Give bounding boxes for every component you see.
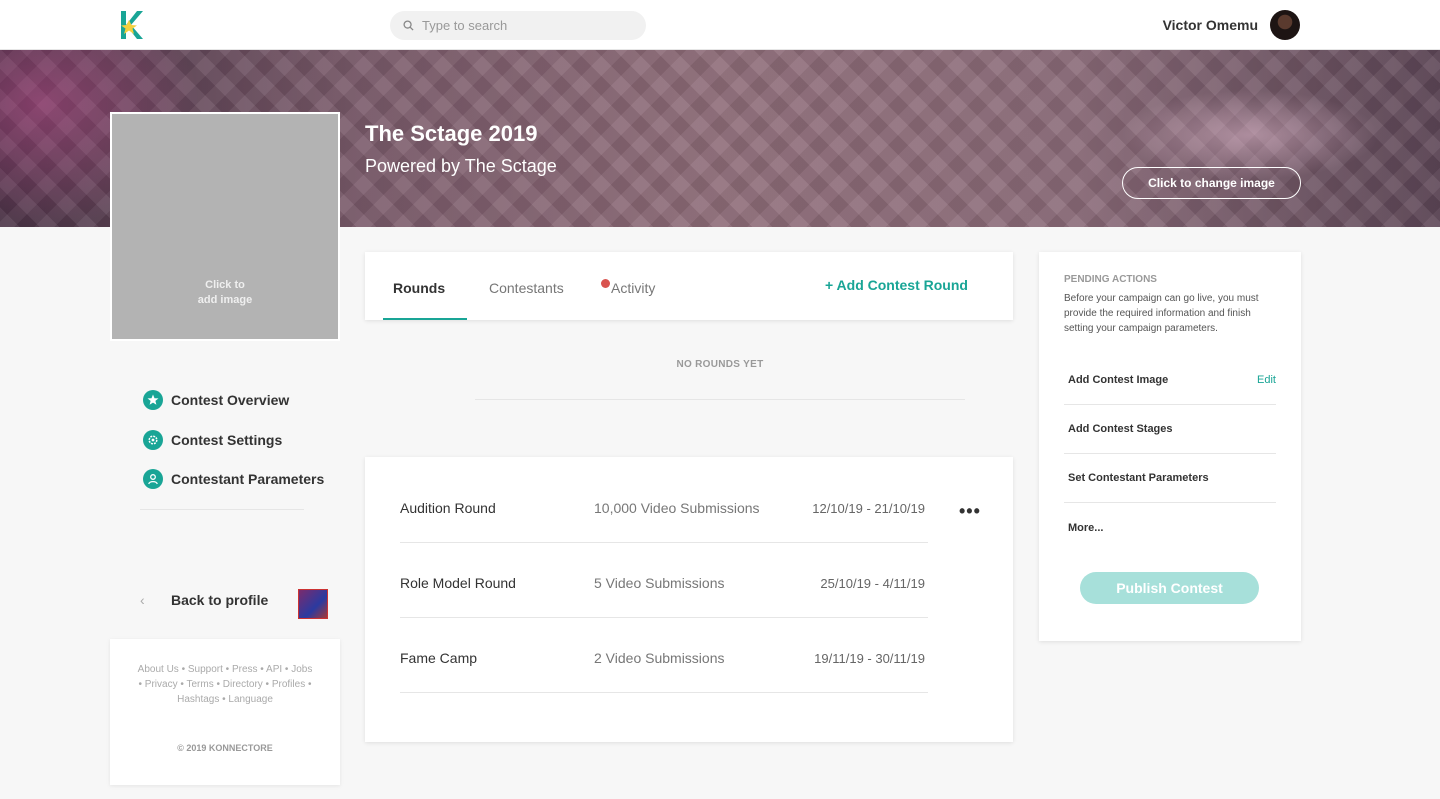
pending-item-add-contest-image: Add Contest Image Edit bbox=[1064, 356, 1276, 405]
pending-actions-list: Add Contest Image Edit Add Contest Stage… bbox=[1064, 356, 1276, 552]
back-to-profile-label: Back to profile bbox=[171, 592, 269, 608]
contest-title: The Sctage 2019 bbox=[365, 121, 538, 146]
side-nav-label: Contest Settings bbox=[171, 431, 283, 448]
side-nav-label: Contest Overview bbox=[171, 392, 290, 408]
footer-link-api[interactable]: API bbox=[266, 664, 282, 675]
round-dates: 19/11/19 - 30/11/19 bbox=[814, 651, 925, 666]
more-options-icon[interactable]: ••• bbox=[959, 502, 981, 520]
user-avatar[interactable] bbox=[1270, 10, 1300, 40]
pending-actions-card: PENDING ACTIONS Before your campaign can… bbox=[1039, 252, 1301, 641]
pending-item-label: Add Contest Stages bbox=[1068, 423, 1173, 435]
footer-link-privacy[interactable]: Privacy bbox=[145, 679, 178, 690]
round-row[interactable]: Role Model Round 5 Video Submissions 25/… bbox=[400, 543, 928, 618]
search-icon bbox=[403, 20, 414, 31]
tab-contestants[interactable]: Contestants bbox=[489, 280, 564, 296]
rounds-list-card: Audition Round 10,000 Video Submissions … bbox=[365, 457, 1013, 742]
pending-item-more[interactable]: More... bbox=[1064, 503, 1276, 552]
side-nav-contest-settings[interactable]: Contest Settings bbox=[140, 429, 304, 450]
publish-contest-button[interactable]: Publish Contest bbox=[1080, 572, 1259, 604]
edit-link[interactable]: Edit bbox=[1257, 374, 1276, 386]
pending-item-label: Set Contestant Parameters bbox=[1068, 472, 1209, 484]
star-icon bbox=[143, 390, 163, 410]
active-tab-indicator bbox=[383, 318, 467, 320]
top-navbar: Victor Omemu bbox=[0, 0, 1440, 50]
change-banner-image-button[interactable]: Click to change image bbox=[1122, 167, 1301, 199]
round-name: Role Model Round bbox=[400, 575, 516, 591]
copyright: © 2019 KONNECTORE bbox=[177, 743, 273, 753]
round-name: Fame Camp bbox=[400, 650, 478, 666]
footer-link-directory[interactable]: Directory bbox=[223, 679, 263, 690]
search-bar[interactable] bbox=[390, 11, 646, 40]
footer-link-profiles[interactable]: Profiles bbox=[272, 679, 305, 690]
footer-link-about[interactable]: About Us bbox=[138, 664, 179, 675]
chevron-left-icon: ‹ bbox=[140, 592, 145, 608]
round-dates: 12/10/19 - 21/10/19 bbox=[812, 501, 925, 516]
round-submissions: 2 Video Submissions bbox=[594, 650, 725, 666]
contest-side-nav: Contest Overview Contest Settings Contes… bbox=[140, 390, 324, 510]
footer-links: About Us • Support • Press • API • Jobs … bbox=[137, 664, 313, 705]
pending-item-label: More... bbox=[1068, 521, 1104, 534]
tab-rounds[interactable]: Rounds bbox=[393, 280, 445, 296]
round-row[interactable]: Fame Camp 2 Video Submissions 19/11/19 -… bbox=[400, 618, 928, 693]
empty-state-label: NO ROUNDS YET bbox=[676, 359, 764, 370]
footer-link-support[interactable]: Support bbox=[188, 664, 223, 675]
round-submissions: 10,000 Video Submissions bbox=[594, 500, 760, 516]
contest-subtitle: Powered by The Sctage bbox=[365, 156, 557, 176]
add-contest-round-button[interactable]: + Add Contest Round bbox=[825, 277, 968, 293]
contest-image-placeholder[interactable]: Click to add image bbox=[110, 112, 340, 341]
footer-link-language[interactable]: Language bbox=[228, 694, 273, 705]
round-submissions: 5 Video Submissions bbox=[594, 575, 725, 591]
user-icon bbox=[143, 469, 163, 489]
side-nav-contestant-parameters[interactable]: Contestant Parameters bbox=[140, 469, 324, 489]
activity-notification-dot bbox=[601, 279, 610, 288]
divider bbox=[475, 399, 965, 400]
side-nav-contest-overview[interactable]: Contest Overview bbox=[140, 390, 304, 410]
search-input[interactable] bbox=[422, 18, 622, 33]
pending-item-add-contest-stages[interactable]: Add Contest Stages bbox=[1064, 405, 1276, 454]
back-to-profile-link[interactable]: ‹ Back to profile bbox=[140, 592, 268, 608]
pending-item-label: Add Contest Image bbox=[1068, 374, 1169, 386]
tab-activity[interactable]: Activity bbox=[611, 280, 655, 296]
round-name: Audition Round bbox=[400, 500, 496, 516]
user-name[interactable]: Victor Omemu bbox=[1163, 17, 1258, 33]
profile-thumbnail[interactable] bbox=[298, 589, 328, 619]
footer-card: About Us • Support • Press • API • Jobs … bbox=[110, 639, 340, 785]
contest-tabs: Rounds Contestants Activity + Add Contes… bbox=[365, 252, 1013, 320]
footer-link-terms[interactable]: Terms bbox=[186, 679, 213, 690]
round-row[interactable]: Audition Round 10,000 Video Submissions … bbox=[400, 468, 928, 543]
footer-link-jobs[interactable]: Jobs bbox=[291, 664, 312, 675]
footer-link-press[interactable]: Press bbox=[232, 664, 258, 675]
pending-actions-description: Before your campaign can go live, you mu… bbox=[1064, 293, 1259, 334]
add-image-label: Click to add image bbox=[197, 279, 253, 306]
konnectore-logo-icon[interactable] bbox=[119, 10, 143, 40]
gear-icon bbox=[143, 429, 163, 450]
pending-actions-title: PENDING ACTIONS bbox=[1064, 274, 1157, 285]
side-nav-label: Contestant Parameters bbox=[171, 471, 325, 487]
round-dates: 25/10/19 - 4/11/19 bbox=[820, 576, 925, 591]
footer-link-hashtags[interactable]: Hashtags bbox=[177, 694, 219, 705]
pending-item-set-contestant-parameters[interactable]: Set Contestant Parameters bbox=[1064, 454, 1276, 503]
